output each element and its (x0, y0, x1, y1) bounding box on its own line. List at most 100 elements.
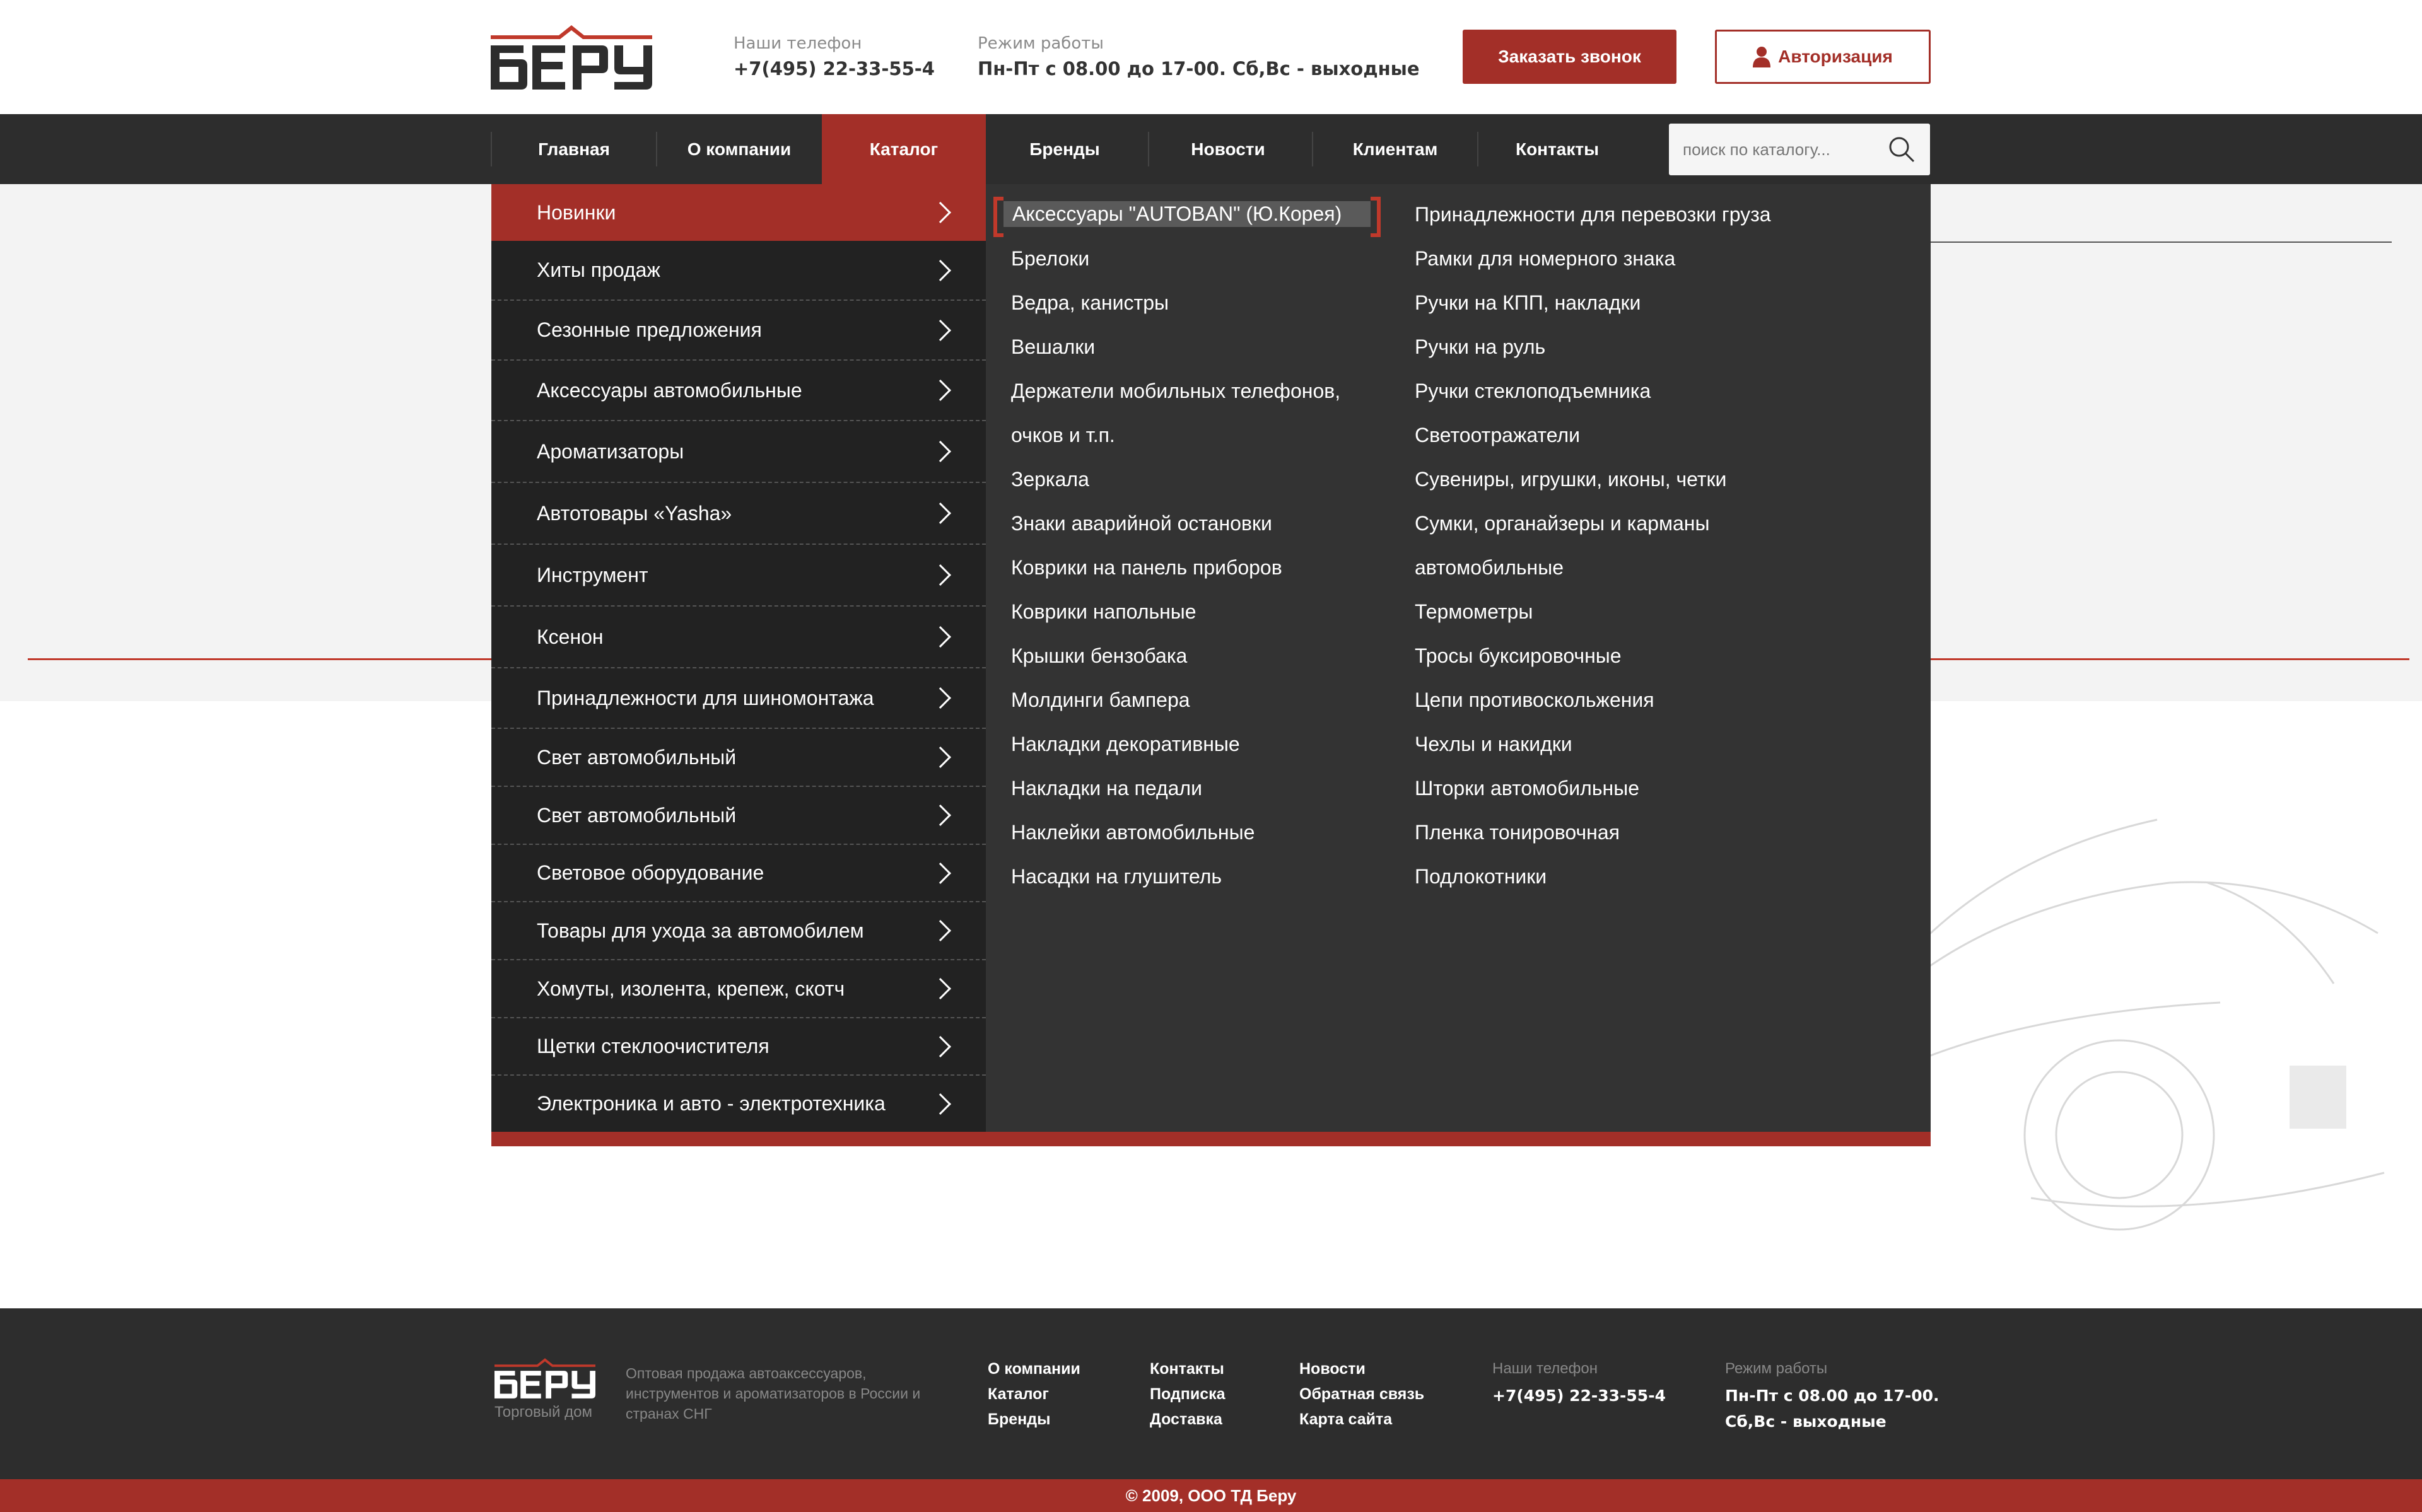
subcategory-link[interactable]: Брелоки (1011, 247, 1089, 270)
category-item[interactable]: Ароматизаторы (491, 421, 986, 483)
subcategory-link-continued[interactable]: автомобильные (1415, 556, 1564, 579)
footer-link[interactable]: Новости (1299, 1360, 1366, 1378)
highlight-bracket-right (1371, 197, 1381, 237)
catalog-search (1669, 124, 1930, 175)
dropdown-bottom-bar (491, 1132, 1931, 1146)
subcategory-link[interactable]: Зеркала (1011, 468, 1089, 491)
subcategory-link[interactable]: Насадки на глушитель (1011, 865, 1222, 888)
category-item[interactable]: Свет автомобильный (491, 787, 986, 845)
user-icon (1753, 47, 1771, 67)
subcategory-link[interactable]: Подлокотники (1415, 865, 1547, 888)
category-item[interactable]: Щетки стеклоочистителя (491, 1018, 986, 1076)
chevron-right-icon (930, 441, 951, 462)
chevron-right-icon (930, 747, 951, 768)
footer-link[interactable]: Доставка (1150, 1410, 1222, 1429)
footer-hours-label: Режим работы (1725, 1360, 1828, 1377)
category-item[interactable]: Сезонные предложения (491, 301, 986, 361)
nav-item-brands[interactable]: Бренды (986, 114, 1144, 184)
category-item[interactable]: Электроника и авто - электротехника (491, 1076, 986, 1132)
subcategory-link[interactable]: Крышки бензобака (1011, 644, 1187, 668)
subcategory-link[interactable]: Термометры (1415, 600, 1533, 624)
chevron-right-icon (930, 1093, 951, 1115)
category-item[interactable]: Принадлежности для шиномонтажа (491, 668, 986, 729)
chevron-right-icon (930, 380, 951, 401)
subcategory-link-continued[interactable]: очков и т.п. (1011, 424, 1115, 447)
category-item[interactable]: Хиты продаж (491, 241, 986, 301)
footer-phone-label: Наши телефон (1492, 1360, 1598, 1377)
subcategory-link[interactable]: Вешалки (1011, 335, 1095, 359)
chevron-right-icon (930, 503, 951, 524)
subcategory-link[interactable]: Держатели мобильных телефонов, (1011, 380, 1340, 403)
category-item[interactable]: Свет автомобильный (491, 729, 986, 787)
subcategory-link[interactable]: Накладки декоративные (1011, 733, 1240, 756)
subcategory-link[interactable]: Цепи противоскольжения (1415, 689, 1654, 712)
subcategory-link[interactable]: Ручки на руль (1415, 335, 1545, 359)
beru-logo[interactable] (491, 23, 652, 92)
category-item[interactable]: Инструмент (491, 545, 986, 607)
nav-item-about[interactable]: О компании (657, 114, 821, 184)
subcategory-link[interactable]: Рамки для номерного знака (1415, 247, 1675, 270)
footer-hours-line: Пн-Пт с 08.00 до 17-00. (1725, 1387, 1939, 1405)
category-item[interactable]: Ксенон (491, 607, 986, 668)
subcategory-link[interactable]: Наклейки автомобильные (1011, 821, 1255, 844)
subcategory-link[interactable]: Знаки аварийной остановки (1011, 512, 1272, 535)
subcategory-link[interactable]: Ручки стеклоподъемника (1415, 380, 1651, 403)
subcategory-link[interactable]: Молдинги бампера (1011, 689, 1190, 712)
phone-label: Наши телефон (734, 34, 862, 53)
subcategory-link[interactable]: Светоотражатели (1415, 424, 1580, 447)
copyright-bar: © 2009, ООО ТД Беру (0, 1479, 2422, 1512)
footer-link[interactable]: Бренды (988, 1410, 1050, 1429)
main-nav: Главная О компании Каталог Бренды Новост… (0, 114, 2422, 184)
chevron-right-icon (930, 920, 951, 941)
search-icon[interactable] (1887, 135, 1916, 164)
footer-link[interactable]: Карта сайта (1299, 1410, 1392, 1429)
subcategory-link[interactable]: Тросы буксировочные (1415, 644, 1622, 668)
copyright-text: © 2009, ООО ТД Беру (1125, 1486, 1297, 1505)
footer-logo[interactable] (494, 1356, 595, 1400)
subcategory-link[interactable]: Принадлежности для перевозки груза (1415, 203, 1771, 226)
subcategory-link[interactable]: Аксессуары "AUTOBAN" (Ю.Корея) (1003, 201, 1371, 227)
subcategory-link[interactable]: Коврики на панель приборов (1011, 556, 1282, 579)
subcategory-link[interactable]: Сумки, органайзеры и карманы (1415, 512, 1709, 535)
nav-item-clients[interactable]: Клиентам (1313, 114, 1477, 184)
subcategory-link[interactable]: Чехлы и накидки (1415, 733, 1572, 756)
search-input[interactable] (1683, 136, 1872, 163)
order-call-button[interactable]: Заказать звонок (1463, 30, 1676, 84)
subcategory-link[interactable]: Ручки на КПП, накладки (1415, 291, 1641, 315)
nav-item-news[interactable]: Новости (1149, 114, 1307, 184)
nav-item-home[interactable]: Главная (492, 114, 656, 184)
subcategory-link[interactable]: Ведра, канистры (1011, 291, 1169, 315)
footer-description: Оптовая продажа автоаксессуаров, инструм… (626, 1365, 921, 1422)
nav-item-catalog[interactable]: Каталог (822, 114, 986, 184)
subcategory-link[interactable]: Накладки на педали (1011, 777, 1202, 800)
footer-link[interactable]: О компании (988, 1360, 1080, 1378)
chevron-right-icon (930, 319, 951, 341)
nav-item-contacts[interactable]: Контакты (1478, 114, 1636, 184)
category-label: Щетки стеклоочистителя (537, 1035, 769, 1057)
phone-value[interactable]: +7(495) 22-33-55-4 (734, 58, 935, 79)
footer-phone-value[interactable]: +7(495) 22-33-55-4 (1492, 1387, 1666, 1405)
subcategory-link[interactable]: Пленка тонировочная (1415, 821, 1620, 844)
category-label: Электроника и авто - электротехника (537, 1092, 886, 1115)
footer-link[interactable]: Обратная связь (1299, 1385, 1424, 1404)
footer-link[interactable]: Каталог (988, 1385, 1049, 1404)
category-item[interactable]: Аксессуары автомобильные (491, 361, 986, 421)
subcategory-link[interactable]: Сувениры, игрушки, иконы, четки (1415, 468, 1726, 491)
subcategory-link[interactable]: Шторки автомобильные (1415, 777, 1639, 800)
category-item[interactable]: Автотовары «Yasha» (491, 483, 986, 545)
category-item[interactable]: Хомуты, изолента, крепеж, скотч (491, 960, 986, 1018)
highlight-bracket-left (993, 197, 1003, 237)
auth-button[interactable]: Авторизация (1715, 30, 1931, 84)
category-item[interactable]: Световое оборудование (491, 845, 986, 902)
category-label: Хиты продаж (537, 259, 660, 281)
chevron-right-icon (930, 564, 951, 586)
footer-link[interactable]: Подписка (1150, 1385, 1226, 1404)
footer-link[interactable]: Контакты (1150, 1360, 1224, 1378)
category-label: Принадлежности для шиномонтажа (537, 686, 874, 709)
category-item[interactable]: Новинки (491, 184, 986, 241)
auth-button-label: Авторизация (1778, 47, 1893, 66)
category-item[interactable]: Товары для ухода за автомобилем (491, 902, 986, 960)
subcategory-panel: Аксессуары "AUTOBAN" (Ю.Корея) Брелоки В… (986, 184, 1931, 1132)
subcategory-link[interactable]: Коврики напольные (1011, 600, 1196, 624)
hours-value: Пн-Пт с 08.00 до 17-00. Сб,Вс - выходные (978, 58, 1420, 79)
